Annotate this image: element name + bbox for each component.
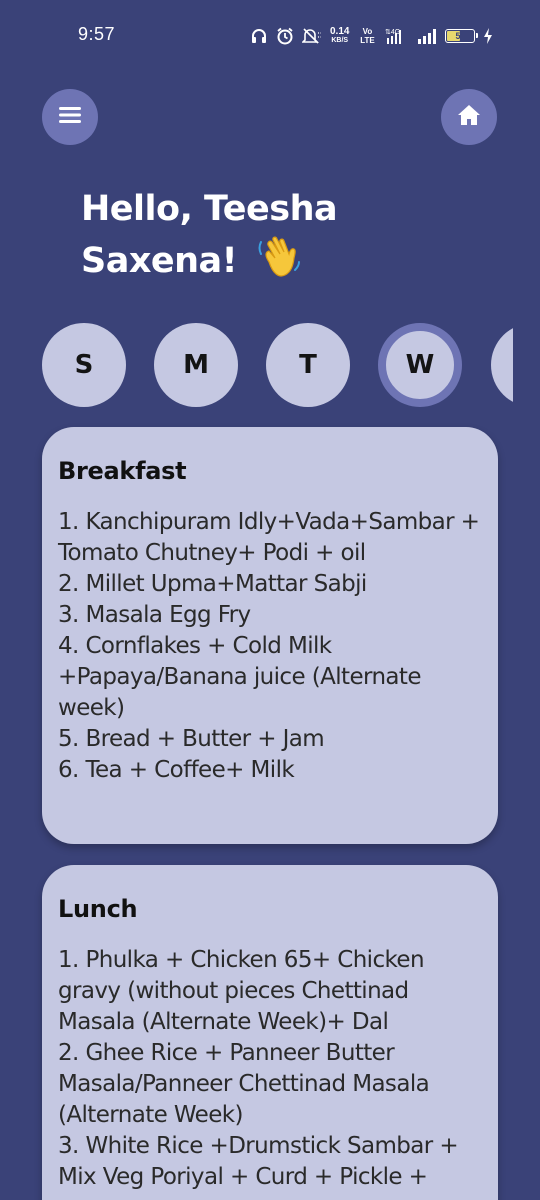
charging-icon xyxy=(483,27,493,45)
menu-item: 1. Phulka + Chicken 65+ Chicken gravy (w… xyxy=(58,947,425,1035)
menu-item: 5. Bread + Butter + Jam xyxy=(58,726,325,752)
day-selector: S M T W xyxy=(0,323,513,407)
battery-level: 51 xyxy=(455,31,466,41)
greeting-heading: Hello, Teesha Saxena! xyxy=(81,186,411,292)
menu-item: 3. Masala Egg Fry xyxy=(58,602,251,628)
menu-item: 2. Millet Upma+Mattar Sabji xyxy=(58,571,367,597)
volte-icon: Vo LTE xyxy=(357,27,377,45)
net-speed-unit: KB/S xyxy=(331,37,349,44)
net-speed: 0.14 KB/S xyxy=(330,27,349,45)
battery-icon: 51 xyxy=(445,29,479,43)
menu-item: 6. Tea + Coffee+ Milk xyxy=(58,757,295,783)
waving-hand-icon xyxy=(255,232,303,292)
breakfast-card: Breakfast 1. Kanchipuram Idly+Vada+Samba… xyxy=(42,427,498,844)
net-speed-value: 0.14 xyxy=(330,26,350,37)
day-wednesday[interactable]: W xyxy=(378,323,462,407)
home-icon xyxy=(457,104,481,131)
day-tuesday[interactable]: T xyxy=(266,323,350,407)
menu-item: 4. Cornflakes + Cold Milk +Papaya/Banana… xyxy=(58,633,422,721)
status-icons: 0.14 KB/S Vo LTE ⇅4G 51 xyxy=(250,24,493,48)
lunch-title: Lunch xyxy=(58,895,138,923)
lunch-card: Lunch 1. Phulka + Chicken 65+ Chicken gr… xyxy=(42,865,498,1200)
headphones-icon xyxy=(250,27,268,45)
day-sunday[interactable]: S xyxy=(42,323,126,407)
alarm-icon xyxy=(276,27,294,45)
day-monday[interactable]: M xyxy=(154,323,238,407)
menu-item: 2. Ghee Rice + Panneer Butter Masala/Pan… xyxy=(58,1040,430,1128)
day-thursday[interactable] xyxy=(491,323,513,407)
menu-item: 3. White Rice +Drumstick Sambar + Mix Ve… xyxy=(58,1133,459,1190)
signal-icon: ⇅4G xyxy=(385,27,437,45)
menu-item: 1. Kanchipuram Idly+Vada+Sambar + Tomato… xyxy=(58,509,480,566)
status-time: 9:57 xyxy=(78,24,116,44)
volte-label: Vo LTE xyxy=(360,27,375,45)
app-screen: 9:57 0.14 KB/S Vo LTE ⇅4G 51 Hello, Tees… xyxy=(0,0,540,1200)
menu-button[interactable] xyxy=(42,89,98,145)
mute-icon xyxy=(302,27,322,45)
breakfast-menu-list: 1. Kanchipuram Idly+Vada+Sambar + Tomato… xyxy=(58,507,484,786)
breakfast-title: Breakfast xyxy=(58,457,187,485)
status-bar: 9:57 0.14 KB/S Vo LTE ⇅4G 51 xyxy=(0,0,540,72)
hamburger-menu-icon xyxy=(59,106,81,128)
svg-text:⇅4G: ⇅4G xyxy=(385,29,400,36)
lunch-menu-list: 1. Phulka + Chicken 65+ Chicken gravy (w… xyxy=(58,945,484,1193)
home-button[interactable] xyxy=(441,89,497,145)
